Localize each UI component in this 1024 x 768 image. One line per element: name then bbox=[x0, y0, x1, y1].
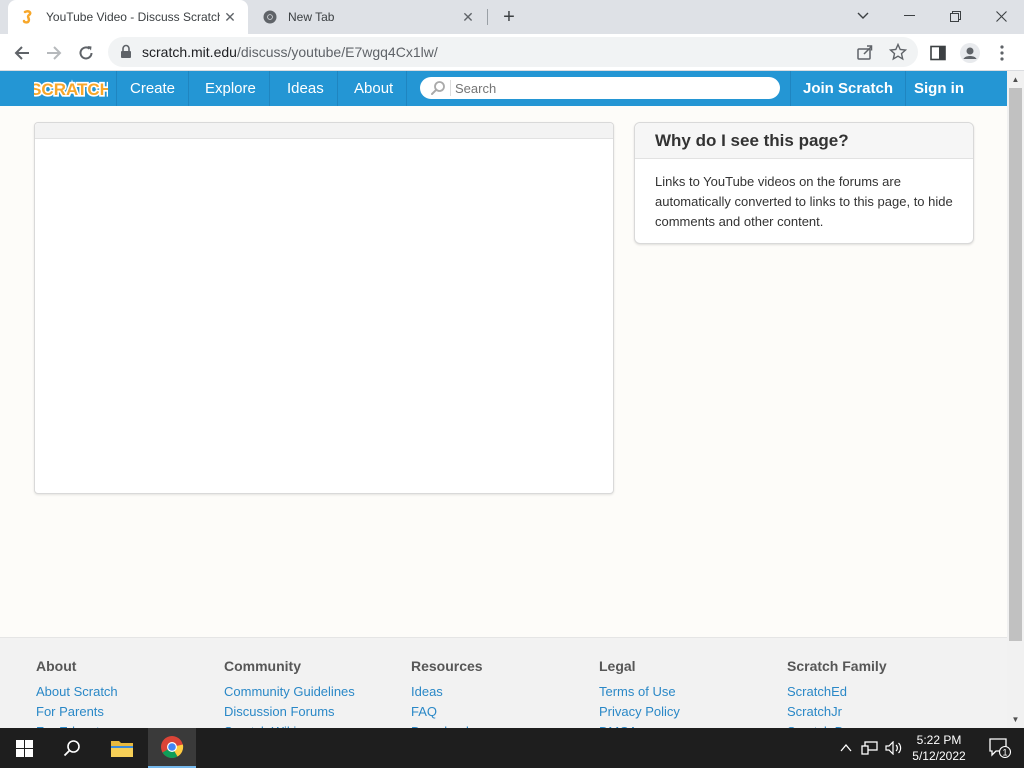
nav-about[interactable]: About bbox=[341, 71, 408, 106]
footer-heading: Scratch Family bbox=[787, 658, 887, 674]
search-input[interactable] bbox=[450, 80, 770, 96]
browser-toolbar: scratch.mit.edu/discuss/youtube/E7wgq4Cx… bbox=[0, 34, 1024, 71]
footer-heading: Legal bbox=[599, 658, 636, 674]
clock-time: 5:22 PM bbox=[916, 733, 962, 747]
tab-new-tab[interactable]: New Tab ✕ bbox=[250, 0, 486, 34]
forward-icon[interactable] bbox=[40, 39, 68, 67]
footer-link[interactable]: Ideas bbox=[411, 682, 483, 702]
footer-link[interactable]: About Scratch bbox=[36, 682, 118, 702]
footer-link[interactable]: Terms of Use bbox=[599, 682, 680, 702]
footer-link[interactable]: Discussion Forums bbox=[224, 702, 355, 722]
page-footer: About About Scratch For Parents For Educ… bbox=[0, 637, 1007, 739]
address-bar[interactable]: scratch.mit.edu/discuss/youtube/E7wgq4Cx… bbox=[108, 37, 918, 67]
footer-heading: About bbox=[36, 658, 77, 674]
chrome-favicon-icon bbox=[262, 9, 278, 25]
tab-title: New Tab bbox=[288, 10, 335, 24]
lock-icon[interactable] bbox=[120, 44, 134, 60]
tab-title: YouTube Video - Discuss Scratch bbox=[46, 10, 220, 24]
windows-start-icon[interactable] bbox=[0, 728, 48, 768]
url-host: scratch.mit.edu bbox=[142, 44, 237, 60]
why-box-title: Why do I see this page? bbox=[635, 123, 973, 159]
footer-link[interactable]: ScratchJr bbox=[787, 702, 887, 722]
scratch-logo[interactable]: SCRATCH bbox=[28, 76, 113, 100]
footer-link[interactable]: Community Guidelines bbox=[224, 682, 355, 702]
profile-avatar-icon[interactable] bbox=[956, 39, 984, 67]
system-clock[interactable]: 5:22 PM 5/12/2022 bbox=[905, 732, 973, 764]
page-scrollbar[interactable]: ▲ ▼ bbox=[1007, 71, 1024, 728]
search-icon bbox=[430, 80, 450, 96]
footer-link[interactable]: ScratchEd bbox=[787, 682, 887, 702]
scratch-logo-text: SCRATCH bbox=[34, 80, 108, 99]
show-hidden-icons-chevron-icon[interactable] bbox=[834, 728, 858, 768]
nav-ideas[interactable]: Ideas bbox=[274, 71, 338, 106]
scroll-down-arrow-icon[interactable]: ▼ bbox=[1007, 711, 1024, 728]
close-window-icon[interactable] bbox=[978, 0, 1024, 32]
footer-heading: Community bbox=[224, 658, 301, 674]
search-bar[interactable] bbox=[420, 77, 780, 99]
footer-link[interactable]: For Parents bbox=[36, 702, 118, 722]
join-scratch-link[interactable]: Join Scratch bbox=[790, 71, 907, 106]
tab-search-chevron-icon[interactable] bbox=[840, 0, 886, 32]
footer-heading: Resources bbox=[411, 658, 483, 674]
file-explorer-icon[interactable] bbox=[98, 728, 146, 768]
tab-strip: YouTube Video - Discuss Scratch ✕ New Ta… bbox=[0, 0, 1024, 34]
tab-youtube-video[interactable]: YouTube Video - Discuss Scratch ✕ bbox=[8, 0, 248, 34]
back-icon[interactable] bbox=[8, 39, 36, 67]
browser-menu-icon[interactable] bbox=[988, 39, 1016, 67]
why-box-body: Links to YouTube videos on the forums ar… bbox=[655, 174, 953, 229]
network-icon[interactable] bbox=[858, 728, 882, 768]
reload-icon[interactable] bbox=[72, 39, 100, 67]
volume-icon[interactable] bbox=[882, 728, 906, 768]
tab-separator bbox=[487, 9, 488, 25]
scrollbar-thumb[interactable] bbox=[1009, 88, 1022, 641]
scratch-favicon-icon bbox=[20, 9, 36, 25]
tab-close-icon[interactable]: ✕ bbox=[458, 7, 478, 27]
share-icon[interactable] bbox=[856, 43, 874, 66]
bookmark-star-icon[interactable] bbox=[888, 42, 908, 66]
url-text[interactable]: scratch.mit.edu/discuss/youtube/E7wgq4Cx… bbox=[142, 44, 438, 60]
footer-link[interactable]: FAQ bbox=[411, 702, 483, 722]
chrome-taskbar-icon[interactable] bbox=[148, 728, 196, 768]
scroll-up-arrow-icon[interactable]: ▲ bbox=[1007, 71, 1024, 88]
windows-taskbar: 5:22 PM 5/12/2022 1 bbox=[0, 728, 1024, 768]
notifications-icon[interactable]: 1 bbox=[976, 728, 1024, 768]
clock-date: 5/12/2022 bbox=[912, 749, 966, 763]
nav-create[interactable]: Create bbox=[116, 71, 190, 106]
url-path: /discuss/youtube/E7wgq4Cx1lw/ bbox=[236, 44, 438, 60]
tab-close-icon[interactable]: ✕ bbox=[220, 7, 240, 27]
video-box-header bbox=[35, 123, 613, 139]
why-info-box: Why do I see this page? Links to YouTube… bbox=[634, 122, 974, 244]
taskbar-search-icon[interactable] bbox=[48, 728, 96, 768]
nav-explore[interactable]: Explore bbox=[192, 71, 270, 106]
notification-count: 1 bbox=[1002, 748, 1007, 758]
side-panel-icon[interactable] bbox=[924, 39, 952, 67]
sign-in-link[interactable]: Sign in bbox=[914, 71, 964, 106]
restore-icon[interactable] bbox=[932, 0, 978, 32]
minimize-icon[interactable] bbox=[886, 0, 932, 32]
footer-link[interactable]: Privacy Policy bbox=[599, 702, 680, 722]
new-tab-plus-icon[interactable]: + bbox=[497, 5, 521, 29]
video-embed-box[interactable] bbox=[34, 122, 614, 494]
